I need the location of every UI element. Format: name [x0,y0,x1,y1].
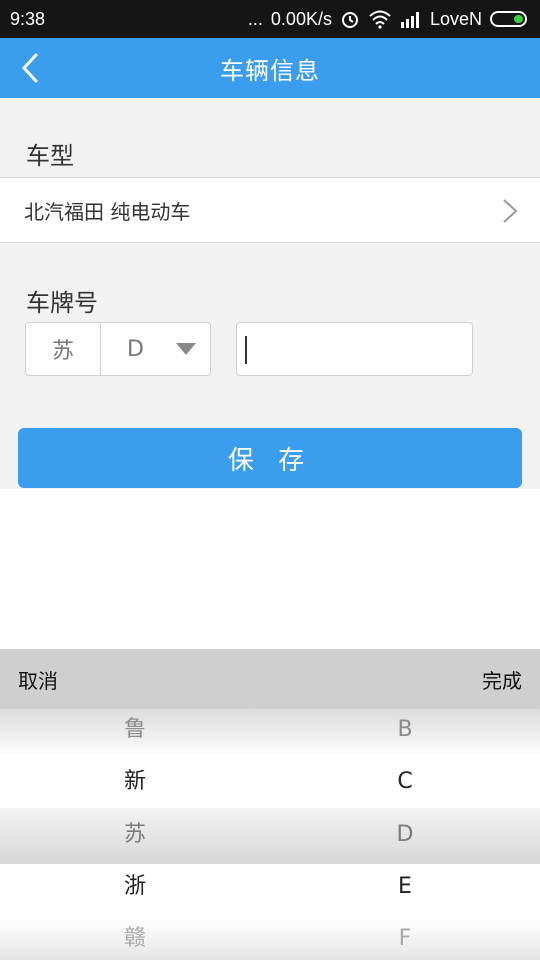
text-cursor [245,336,247,364]
letter-value: D [127,336,144,362]
vehicle-model-label: 车型 [26,142,74,170]
plate-prefix-select[interactable]: 苏 D [25,322,211,376]
blank-area [0,489,540,649]
plate-label: 车牌号 [26,289,98,317]
chevron-left-icon [22,53,38,83]
chevron-right-icon [503,199,518,223]
plate-number-input[interactable] [236,322,473,376]
picker-toolbar: 取消 完成 [0,649,540,709]
letter-option[interactable]: C [345,762,465,802]
cancel-button[interactable]: 取消 [18,665,58,694]
save-button[interactable]: 保 存 [18,428,522,488]
wifi-icon [368,9,392,29]
carrier-name: LoveN [429,8,482,29]
province-select[interactable]: 苏 [26,323,101,375]
done-button[interactable]: 完成 [482,665,522,694]
triangle-down-icon [176,343,196,355]
province-option[interactable]: 鲁 [75,710,195,750]
letter-wheel[interactable]: B C D E F [345,709,465,960]
app-header: 车辆信息 [0,38,540,98]
letter-option[interactable]: F [345,919,465,959]
status-indicators: ... 0.00K/s LoveN [248,9,530,30]
vehicle-model-value: 北汽福田 纯电动车 [24,199,191,224]
picker-wheel[interactable]: 鲁 新 苏 浙 赣 B C D E F [0,709,540,960]
status-bar: 9:38 ... 0.00K/s LoveN [0,0,540,38]
page-title: 车辆信息 [220,56,320,85]
province-option[interactable]: 浙 [75,867,195,907]
letter-option[interactable]: E [345,867,465,907]
battery-icon [490,10,530,28]
letter-option-selected[interactable]: D [345,815,465,855]
letter-select[interactable]: D [101,323,210,375]
province-option-selected[interactable]: 苏 [75,815,195,855]
signal-icon [400,10,422,28]
alarm-icon [340,9,360,29]
status-time: 9:38 [10,8,46,29]
network-speed: 0.00K/s [270,8,332,29]
vehicle-model-row[interactable]: 北汽福田 纯电动车 [0,177,540,243]
province-option[interactable]: 新 [75,762,195,802]
province-option[interactable]: 赣 [75,919,195,959]
status-dots: ... [247,8,263,29]
letter-option[interactable]: B [345,710,465,750]
back-button[interactable] [10,48,50,88]
province-wheel[interactable]: 鲁 新 苏 浙 赣 [75,709,195,960]
